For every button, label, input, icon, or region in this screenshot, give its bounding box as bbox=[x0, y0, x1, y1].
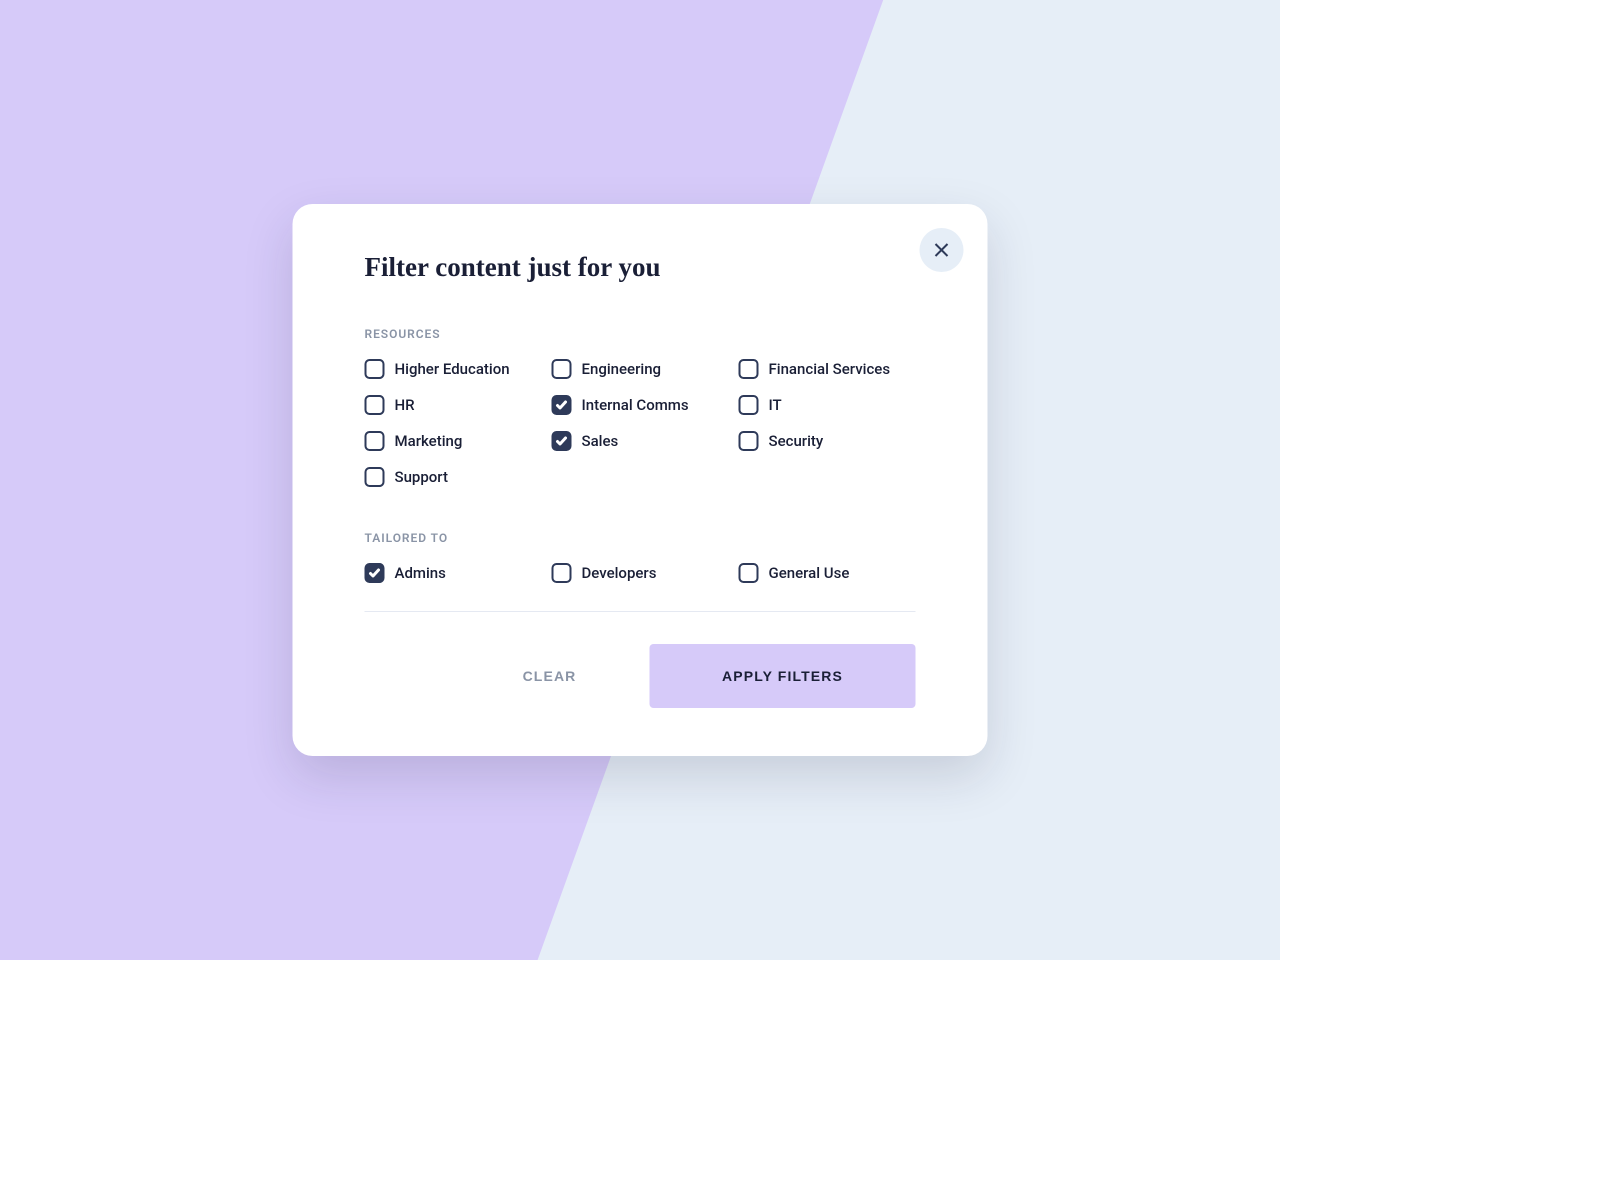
resources-section: RESOURCES Higher Education Engineering Fin… bbox=[365, 327, 916, 487]
resource-item-support[interactable]: Support bbox=[365, 467, 542, 487]
close-icon bbox=[933, 241, 951, 259]
checkbox-label-marketing: Marketing bbox=[395, 432, 463, 450]
checkbox-hr[interactable] bbox=[365, 395, 385, 415]
apply-filters-button[interactable]: APPLY FILTERS bbox=[650, 644, 916, 708]
resource-item-engineering[interactable]: Engineering bbox=[552, 359, 729, 379]
check-icon bbox=[556, 399, 568, 411]
resource-item-internal-comms[interactable]: Internal Comms bbox=[552, 395, 729, 415]
resource-item-security[interactable]: Security bbox=[739, 431, 916, 451]
resources-grid: Higher Education Engineering Financial Ser… bbox=[365, 359, 916, 487]
tailored-section: TAILORED TO Admins Developers General Use bbox=[365, 531, 916, 583]
checkbox-it[interactable] bbox=[739, 395, 759, 415]
checkbox-financial-services[interactable] bbox=[739, 359, 759, 379]
resource-item-marketing[interactable]: Marketing bbox=[365, 431, 542, 451]
tailored-grid: Admins Developers General Use bbox=[365, 563, 916, 583]
clear-button[interactable]: CLEAR bbox=[450, 644, 650, 708]
checkbox-label-security: Security bbox=[769, 432, 824, 450]
checkbox-label-it: IT bbox=[769, 396, 782, 414]
checkbox-general-use[interactable] bbox=[739, 563, 759, 583]
modal-title: Filter content just for you bbox=[365, 252, 916, 283]
checkbox-higher-education[interactable] bbox=[365, 359, 385, 379]
check-icon bbox=[369, 567, 381, 579]
close-button[interactable] bbox=[920, 228, 964, 272]
button-row: CLEAR APPLY FILTERS bbox=[365, 644, 916, 708]
checkbox-label-admins: Admins bbox=[395, 564, 446, 582]
tailored-item-general-use[interactable]: General Use bbox=[739, 563, 916, 583]
checkbox-label-general-use: General Use bbox=[769, 564, 850, 582]
check-icon bbox=[556, 435, 568, 447]
resource-item-higher-education[interactable]: Higher Education bbox=[365, 359, 542, 379]
checkbox-label-internal-comms: Internal Comms bbox=[582, 396, 689, 414]
checkbox-label-support: Support bbox=[395, 468, 448, 486]
checkbox-marketing[interactable] bbox=[365, 431, 385, 451]
checkbox-support[interactable] bbox=[365, 467, 385, 487]
tailored-label: TAILORED TO bbox=[365, 531, 916, 545]
tailored-item-developers[interactable]: Developers bbox=[552, 563, 729, 583]
checkbox-label-financial-services: Financial Services bbox=[769, 360, 891, 378]
checkbox-developers[interactable] bbox=[552, 563, 572, 583]
checkbox-label-sales: Sales bbox=[582, 432, 619, 450]
resources-label: RESOURCES bbox=[365, 327, 916, 341]
checkbox-label-higher-education: Higher Education bbox=[395, 360, 510, 378]
resource-item-sales[interactable]: Sales bbox=[552, 431, 729, 451]
resource-item-it[interactable]: IT bbox=[739, 395, 916, 415]
checkbox-security[interactable] bbox=[739, 431, 759, 451]
checkbox-sales[interactable] bbox=[552, 431, 572, 451]
resource-item-hr[interactable]: HR bbox=[365, 395, 542, 415]
resource-item-financial-services[interactable]: Financial Services bbox=[739, 359, 916, 379]
tailored-item-admins[interactable]: Admins bbox=[365, 563, 542, 583]
checkbox-admins[interactable] bbox=[365, 563, 385, 583]
filter-modal: Filter content just for you RESOURCES Hi… bbox=[293, 204, 988, 756]
checkbox-label-hr: HR bbox=[395, 396, 415, 414]
checkbox-label-engineering: Engineering bbox=[582, 360, 662, 378]
checkbox-label-developers: Developers bbox=[582, 564, 657, 582]
checkbox-engineering[interactable] bbox=[552, 359, 572, 379]
checkbox-internal-comms[interactable] bbox=[552, 395, 572, 415]
divider bbox=[365, 611, 916, 612]
